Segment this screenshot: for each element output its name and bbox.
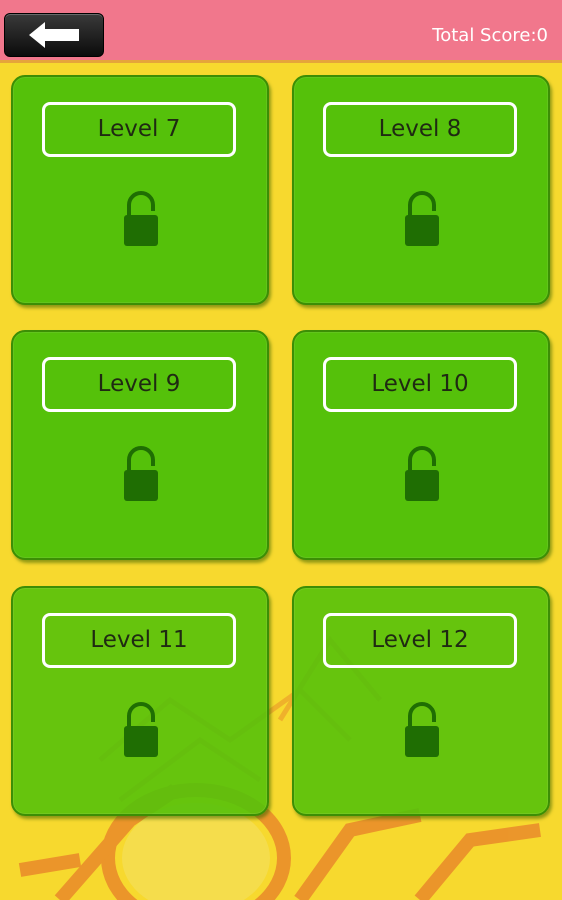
level-tile-7[interactable]: Level 7 bbox=[11, 75, 269, 305]
back-arrow-icon bbox=[29, 22, 79, 48]
level-tile-8[interactable]: Level 8 bbox=[292, 75, 550, 305]
level-label: Level 12 bbox=[323, 613, 517, 668]
level-label: Level 11 bbox=[42, 613, 236, 668]
back-button[interactable] bbox=[4, 13, 104, 57]
lock-icon bbox=[124, 702, 158, 757]
lock-icon bbox=[405, 446, 439, 501]
lock-icon bbox=[124, 191, 158, 246]
total-score: Total Score:0 bbox=[432, 25, 548, 46]
level-tile-10[interactable]: Level 10 bbox=[292, 330, 550, 560]
level-tile-12[interactable]: Level 12 bbox=[292, 586, 550, 816]
level-label: Level 10 bbox=[323, 357, 517, 412]
lock-icon bbox=[405, 702, 439, 757]
level-label: Level 7 bbox=[42, 102, 236, 157]
level-tile-9[interactable]: Level 9 bbox=[11, 330, 269, 560]
level-tile-11[interactable]: Level 11 bbox=[11, 586, 269, 816]
level-label: Level 8 bbox=[323, 102, 517, 157]
lock-icon bbox=[124, 446, 158, 501]
lock-icon bbox=[405, 191, 439, 246]
top-bar: Total Score:0 bbox=[0, 0, 562, 63]
level-label: Level 9 bbox=[42, 357, 236, 412]
